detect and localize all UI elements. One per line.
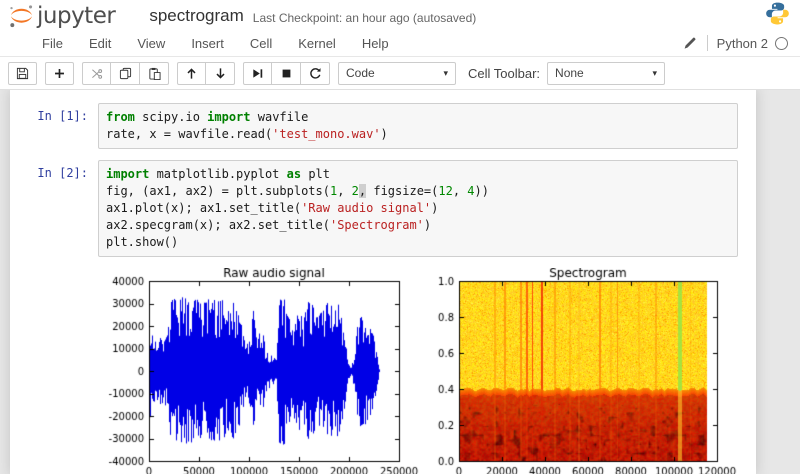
code-cell[interactable]: In [2]:import matplotlib.pyplot as pltfi… (10, 160, 756, 257)
notebook-panel: In [1]:from scipy.io import wavfilerate,… (10, 90, 756, 474)
stop-icon (280, 67, 293, 80)
arrow-up-icon (185, 67, 198, 80)
cell-output-figure (96, 268, 756, 474)
cut-button[interactable] (82, 62, 111, 85)
cell-toolbar-value: None (555, 66, 584, 80)
jupyter-logo-icon (8, 3, 35, 30)
menu-cell[interactable]: Cell (237, 31, 285, 56)
toolbar: Code ▾ Cell Toolbar: None ▾ (0, 57, 800, 90)
jupyter-logo[interactable]: jupyter (8, 3, 115, 30)
menu-file[interactable]: File (29, 31, 76, 56)
notebook-title[interactable]: spectrogram (149, 6, 243, 26)
notebook-header: jupyter spectrogram Last Checkpoint: an … (0, 0, 800, 30)
spectrogram-plot (426, 268, 756, 474)
cell-type-dropdown[interactable]: Code ▾ (338, 62, 456, 85)
chevron-down-icon: ▾ (653, 68, 658, 79)
scissors-icon (90, 67, 103, 80)
cell-toolbar-label: Cell Toolbar: (468, 66, 540, 81)
menu-help[interactable]: Help (349, 31, 402, 56)
cell-code-input[interactable]: import matplotlib.pyplot as pltfig, (ax1… (98, 160, 738, 257)
code-cell[interactable]: In [1]:from scipy.io import wavfilerate,… (10, 103, 756, 149)
jupyter-wordmark: jupyter (37, 3, 115, 29)
menu-kernel[interactable]: Kernel (285, 31, 349, 56)
save-icon (16, 67, 29, 80)
mode-indicator: Python 2 (683, 35, 788, 51)
run-cell-button[interactable] (243, 62, 272, 85)
raw-audio-plot (96, 268, 426, 474)
cell-type-value: Code (346, 66, 375, 80)
chevron-down-icon: ▾ (443, 68, 448, 79)
restart-kernel-button[interactable] (301, 62, 330, 85)
refresh-icon (309, 67, 322, 80)
cell-code-input[interactable]: from scipy.io import wavfilerate, x = wa… (98, 103, 738, 149)
paste-button[interactable] (140, 62, 169, 85)
cell-prompt: In [2]: (10, 160, 98, 257)
cell-prompt: In [1]: (10, 103, 98, 149)
kernel-name: Python 2 (717, 36, 768, 51)
interrupt-kernel-button[interactable] (272, 62, 301, 85)
kernel-status-icon (775, 37, 788, 50)
python-logo-icon (765, 1, 790, 31)
paste-icon (148, 67, 161, 80)
checkpoint-status: Last Checkpoint: an hour ago (autosaved) (253, 8, 476, 25)
cell-toolbar-dropdown[interactable]: None ▾ (547, 62, 665, 85)
menu-edit[interactable]: Edit (76, 31, 124, 56)
menu-view[interactable]: View (124, 31, 178, 56)
save-button[interactable] (8, 62, 37, 85)
copy-button[interactable] (111, 62, 140, 85)
edit-mode-pencil-icon (683, 36, 697, 50)
divider (707, 35, 708, 51)
notebook-body: In [1]:from scipy.io import wavfilerate,… (0, 90, 800, 474)
add-cell-button[interactable] (45, 62, 74, 85)
plus-icon (53, 67, 66, 80)
move-cell-down-button[interactable] (206, 62, 235, 85)
menu-insert[interactable]: Insert (178, 31, 237, 56)
menubar: File Edit View Insert Cell Kernel Help P… (0, 30, 800, 57)
copy-icon (119, 67, 132, 80)
move-cell-up-button[interactable] (177, 62, 206, 85)
step-forward-icon (251, 67, 264, 80)
arrow-down-icon (214, 67, 227, 80)
